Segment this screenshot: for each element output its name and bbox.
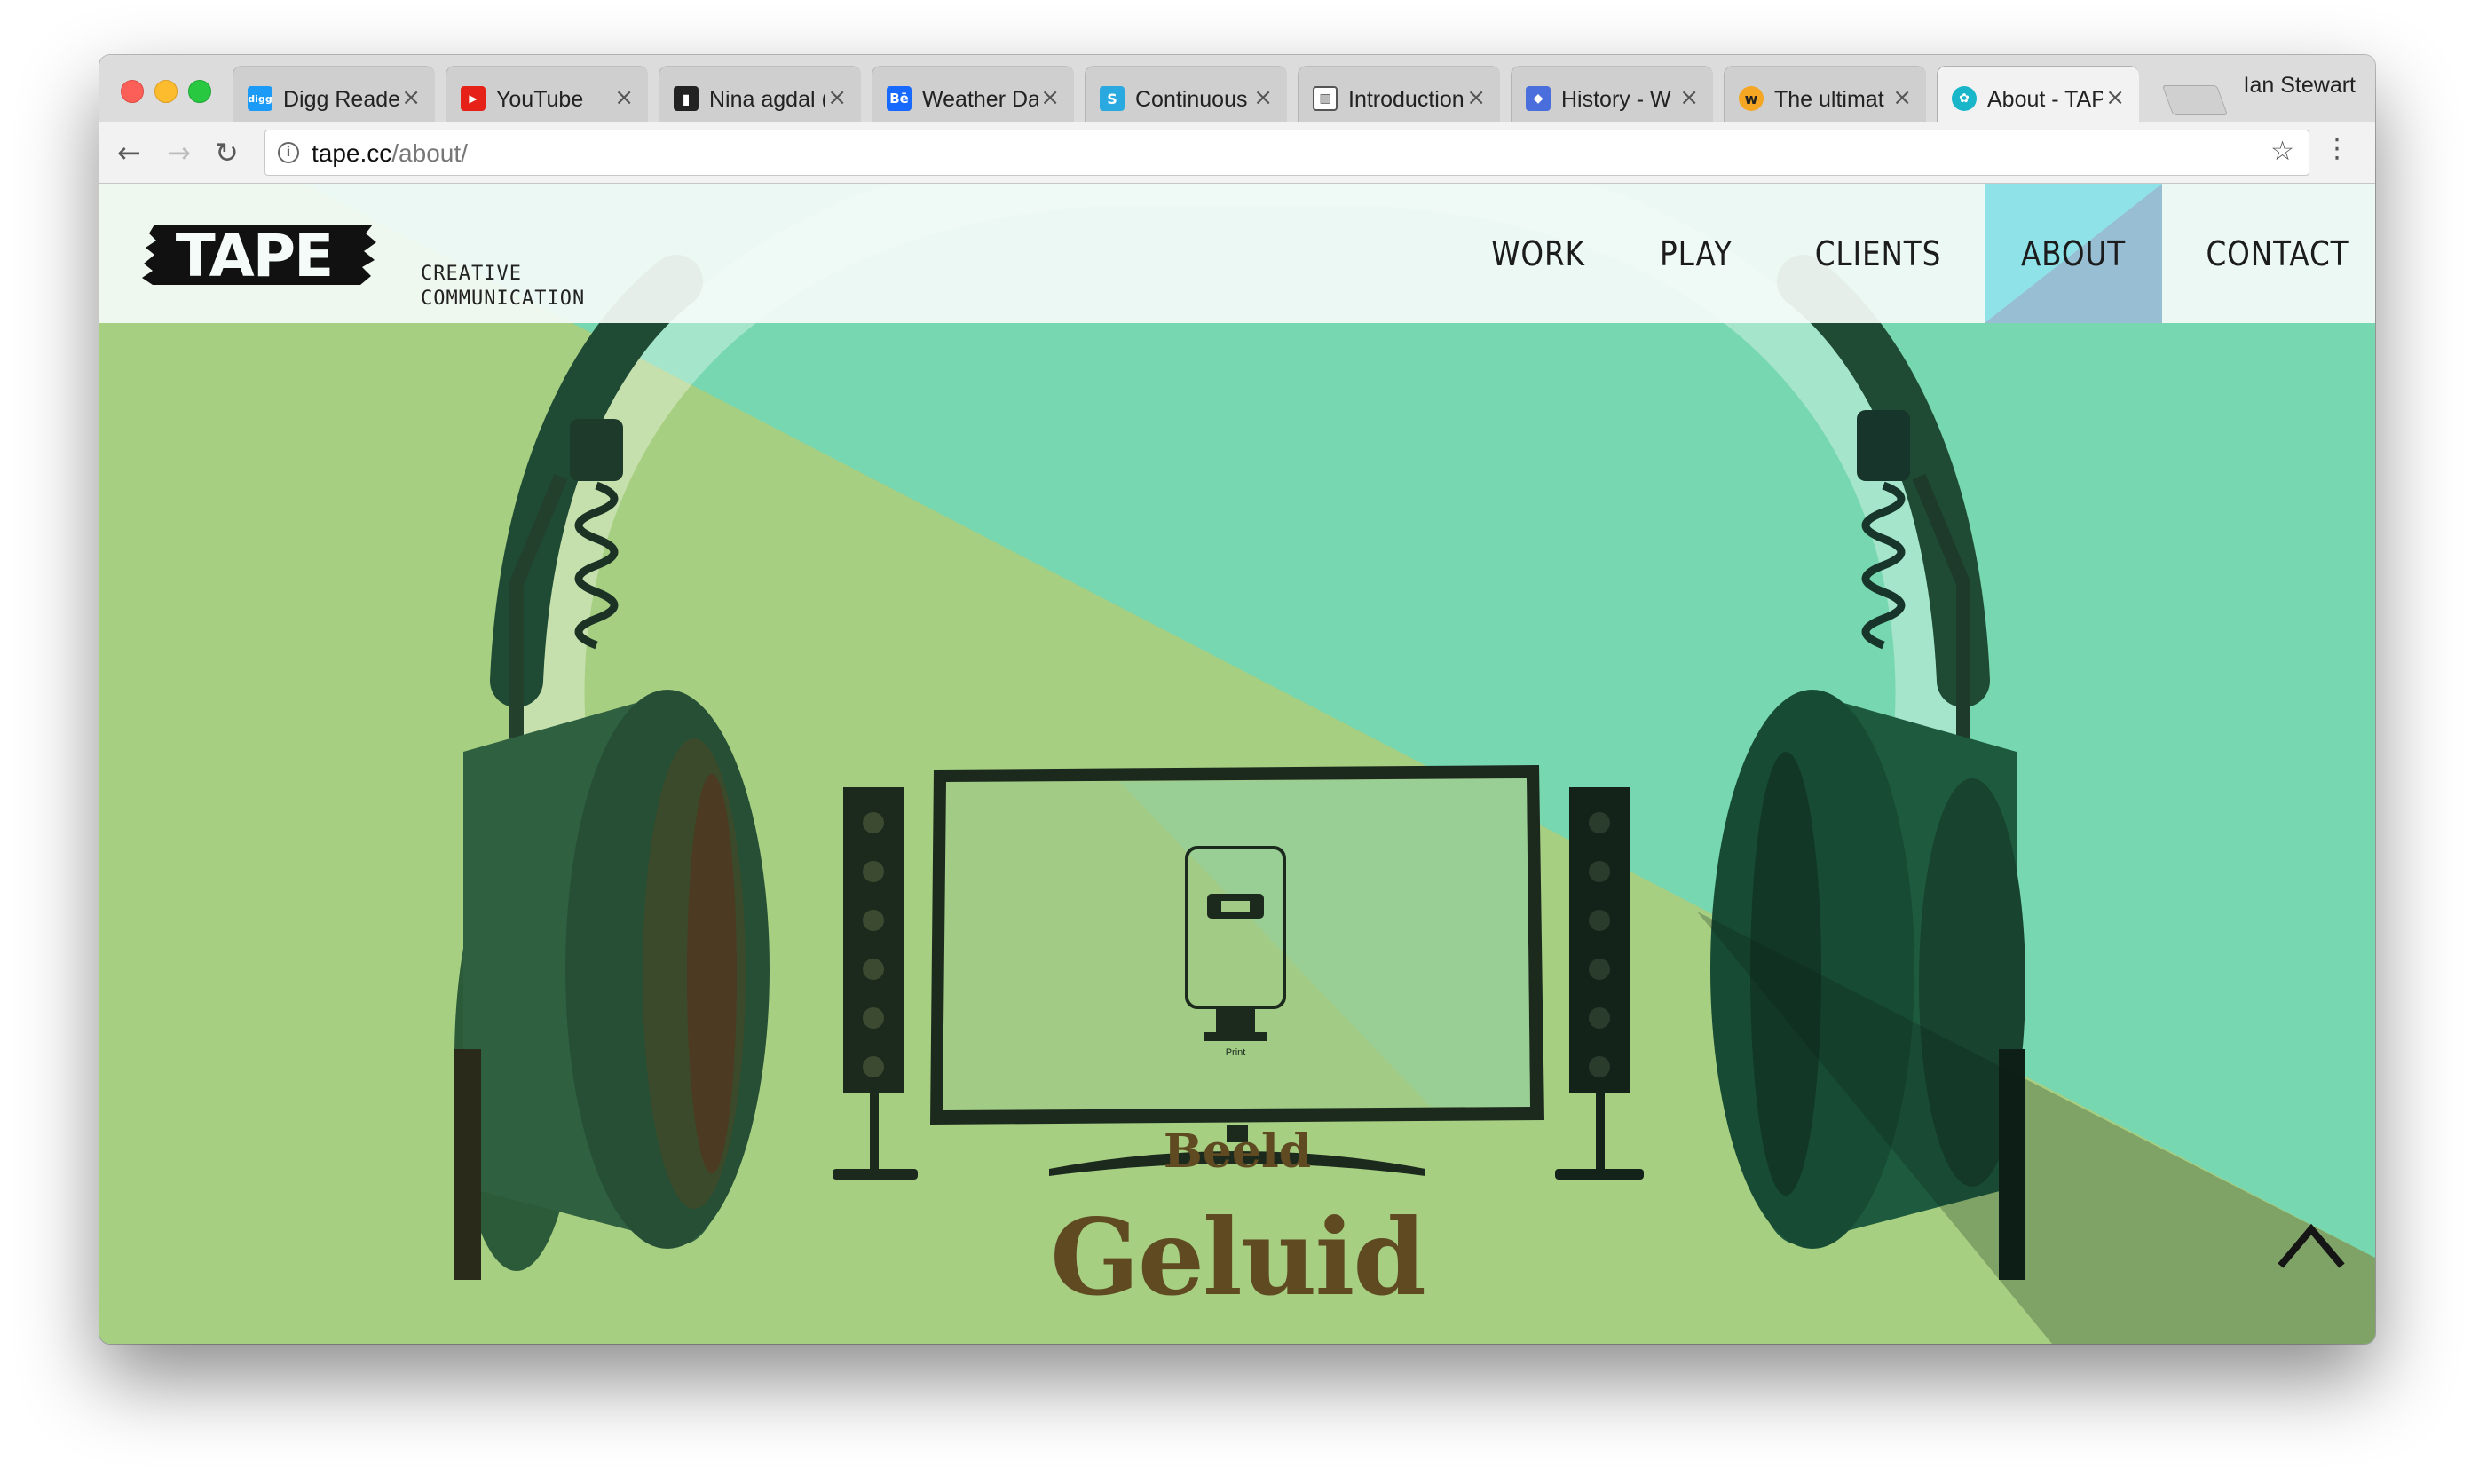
browser-window: digg Digg Reader × ▶ YouTube × ▮ Nina ag… (99, 55, 2375, 1344)
url-path: /about/ (391, 139, 468, 167)
tab-history[interactable]: ◆ History - W × (1511, 66, 1713, 122)
tab-youtube[interactable]: ▶ YouTube × (446, 66, 648, 122)
tape-logo-mark: TAPE (138, 222, 376, 290)
tab-nina-agdal[interactable]: ▮ Nina agdal ( × (659, 66, 861, 122)
close-tab-icon[interactable]: × (1892, 84, 1912, 111)
close-tab-icon[interactable]: × (1040, 84, 1060, 111)
tab-title: Nina agdal ( (709, 87, 825, 112)
tab-title: YouTube (496, 87, 584, 112)
tab-about-tape[interactable]: ✿ About - TAP × (1937, 66, 2139, 122)
tab-title: History - W (1561, 87, 1671, 112)
logo-subtitle-line2: COMMUNICATION (421, 288, 586, 310)
layers-icon: ◆ (1526, 86, 1551, 111)
url-text: tape.cc/about/ (312, 139, 468, 168)
window-close-button[interactable] (121, 80, 144, 103)
tab-title: Introduction (1348, 87, 1464, 112)
url-host: tape.cc (312, 139, 392, 167)
scroll-to-top-icon[interactable] (2278, 1217, 2345, 1270)
reload-icon[interactable]: ↻ (215, 135, 239, 170)
forward-arrow-icon[interactable]: → (167, 135, 191, 170)
logo-subtitle-line1: CREATIVE (421, 263, 522, 285)
tab-title: Weather Da (922, 87, 1038, 112)
w-icon: w (1739, 86, 1764, 111)
site-header: TAPE CREATIVE COMMUNICATION WORK PLAY CL… (99, 184, 2375, 323)
close-tab-icon[interactable]: × (2105, 84, 2125, 111)
tape-logo[interactable]: TAPE CREATIVE COMMUNICATION (138, 221, 584, 310)
nav-play[interactable]: PLAY (1646, 184, 1746, 323)
back-arrow-icon[interactable]: ← (117, 135, 141, 170)
close-tab-icon[interactable]: × (1253, 84, 1273, 111)
close-tab-icon[interactable]: × (827, 84, 847, 111)
tab-title: About - TAP (1987, 87, 2103, 112)
logo-subtitle: CREATIVE COMMUNICATION (421, 262, 585, 312)
digg-icon: digg (248, 86, 272, 111)
close-tab-icon[interactable]: × (1679, 84, 1699, 111)
tab-title: Continuous (1135, 87, 1248, 112)
youtube-icon: ▶ (461, 86, 486, 111)
bookmark-star-icon[interactable]: ☆ (2270, 136, 2294, 167)
address-bar[interactable]: i tape.cc/about/ ☆ (264, 130, 2309, 176)
tab-introduction[interactable]: ▥ Introduction × (1298, 66, 1500, 122)
browser-menu-icon[interactable]: ⋮ (2324, 131, 2350, 167)
profile-name[interactable]: Ian Stewart (2244, 73, 2356, 99)
tab-digg-reader[interactable]: digg Digg Reader × (233, 66, 435, 122)
nav-work[interactable]: WORK (1481, 184, 1596, 323)
logo-wordmark: TAPE (176, 222, 332, 288)
nav-about[interactable]: ABOUT (1997, 184, 2150, 323)
window-maximize-button[interactable] (188, 80, 211, 103)
page-icon: ▮ (674, 86, 699, 111)
tab-title: Digg Reader (283, 87, 399, 112)
web-page: Print TAPE CREATIVE COMMUNICATION WORK P… (99, 184, 2375, 1344)
tab-weather-dashboard[interactable]: Bē Weather Da × (872, 66, 1074, 122)
semaphore-icon: S (1100, 86, 1125, 111)
hero-title-beeld: Beeld (1163, 1125, 1312, 1179)
close-tab-icon[interactable]: × (1466, 84, 1486, 111)
info-icon[interactable]: i (278, 142, 299, 163)
window-minimize-button[interactable] (154, 80, 178, 103)
hero-title-geluid: Geluid (1050, 1196, 1426, 1319)
screen-caption: Print (1226, 1047, 1246, 1058)
close-tab-icon[interactable]: × (401, 84, 421, 111)
behance-icon: Bē (887, 86, 912, 111)
close-tab-icon[interactable]: × (614, 84, 634, 111)
tab-title: The ultimat (1774, 87, 1884, 112)
tab-strip: digg Digg Reader × ▶ YouTube × ▮ Nina ag… (99, 55, 2375, 122)
nav-contact[interactable]: CONTACT (2203, 184, 2353, 323)
nav-clients[interactable]: CLIENTS (1810, 184, 1947, 323)
new-tab-button[interactable] (2161, 85, 2229, 115)
browser-toolbar: ← → ↻ i tape.cc/about/ ☆ ⋮ (99, 122, 2375, 184)
tab-continuous[interactable]: S Continuous × (1085, 66, 1287, 122)
tab-the-ultimate[interactable]: w The ultimat × (1724, 66, 1926, 122)
book-icon: ▥ (1313, 86, 1338, 111)
tape-icon: ✿ (1952, 86, 1977, 111)
